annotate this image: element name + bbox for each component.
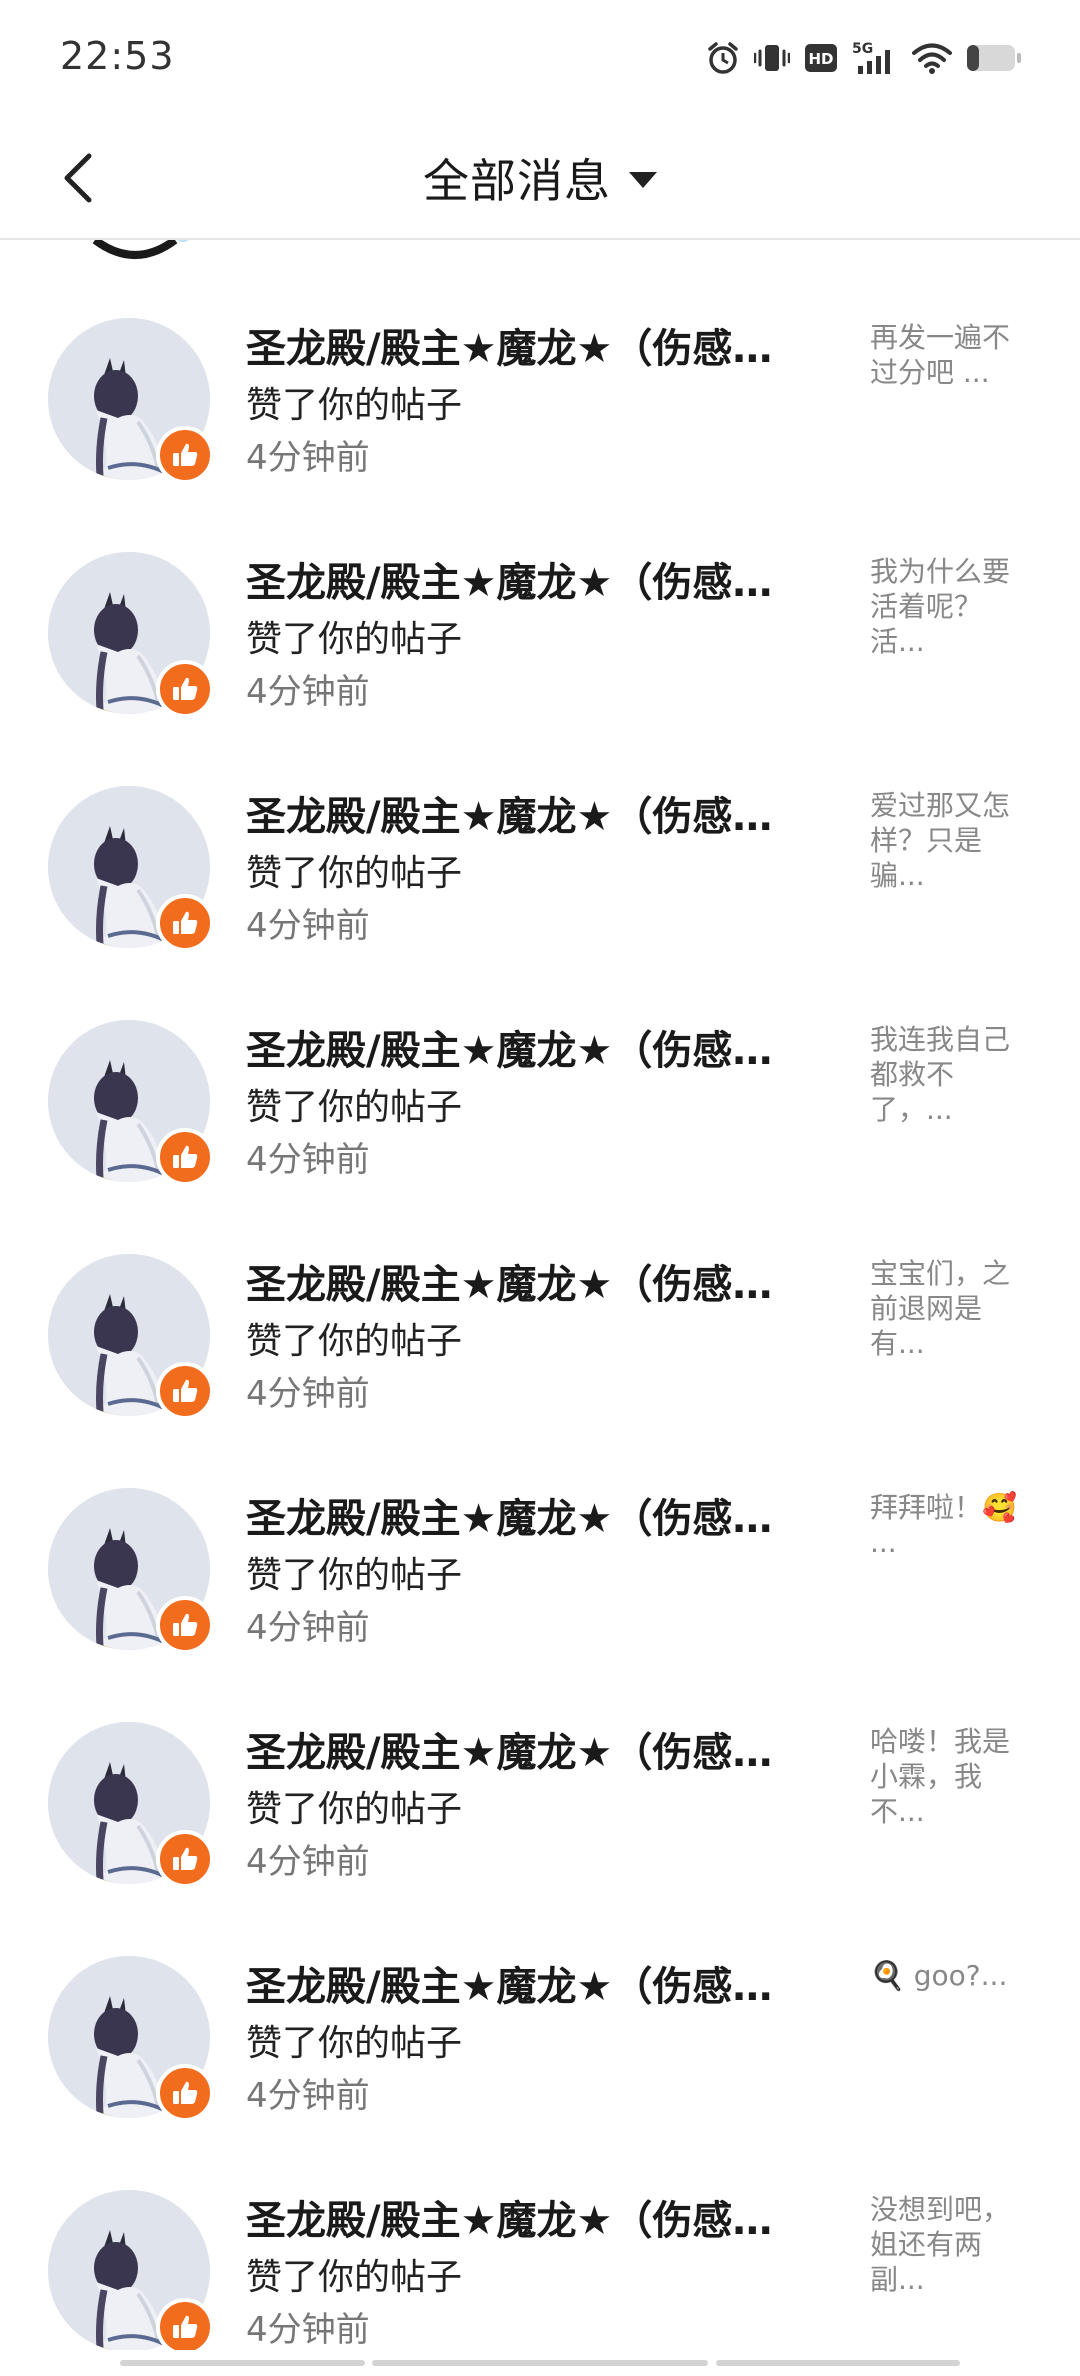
post-preview[interactable]: 再发一遍不过分吧 ...: [870, 320, 1030, 390]
top-app-bar: 全部消息: [0, 118, 1080, 240]
notification-item[interactable]: 圣龙殿/殿主★魔龙★（伤感… 赞了你的帖子 4分钟前 🍳 goo?...: [0, 1878, 1080, 2122]
notification-item[interactable]: 圣龙殿/殿主★魔龙★（伤感… 赞了你的帖子 4分钟前 我为什么要活着呢？活...: [0, 474, 1080, 718]
thumbs-up-icon: [173, 677, 198, 700]
signal-5g-icon: 5G: [852, 40, 898, 76]
post-preview[interactable]: 🍳 goo?...: [870, 1958, 1030, 1993]
avatar-container[interactable]: [48, 1488, 214, 1654]
sender-name[interactable]: 圣龙殿/殿主★魔龙★（伤感…: [246, 1954, 816, 2012]
notification-item[interactable]: 圣龙殿/殿主★魔龙★（伤感… 赞了你的帖子 4分钟前 拜拜啦！🥰 ...: [0, 1410, 1080, 1654]
avatar-container[interactable]: [48, 1722, 214, 1888]
page-title: 全部消息: [423, 154, 611, 208]
wifi-icon: [912, 42, 952, 74]
notification-action: 赞了你的帖子: [246, 1087, 463, 1128]
thumbs-up-icon: [173, 1847, 198, 1870]
caret-down-icon: [629, 172, 657, 188]
hd-icon: HD: [804, 43, 838, 73]
thumbs-up-icon: [173, 911, 198, 934]
thumbs-up-icon: [173, 2081, 198, 2104]
status-bar: 22:53 HD 5G: [0, 0, 1080, 118]
post-preview[interactable]: 爱过那又怎样？只是骗...: [870, 788, 1030, 893]
avatar-container[interactable]: [48, 1956, 214, 2122]
thumbs-up-icon: [173, 1613, 198, 1636]
sender-name[interactable]: 圣龙殿/殿主★魔龙★（伤感…: [246, 316, 816, 374]
avatar-container[interactable]: [48, 318, 214, 484]
notification-time: 4分钟前: [246, 672, 370, 712]
sender-name[interactable]: 圣龙殿/殿主★魔龙★（伤感…: [246, 550, 816, 608]
scroll-indicator-segment: [372, 2360, 708, 2366]
status-time: 22:53: [60, 34, 175, 78]
post-preview[interactable]: 我为什么要活着呢？活...: [870, 554, 1030, 659]
alarm-icon: [706, 41, 740, 75]
notification-item[interactable]: 圣龙殿/殿主★魔龙★（伤感… 赞了你的帖子 4分钟前 我连我自己都救不了，...: [0, 942, 1080, 1186]
notification-time: 4分钟前: [246, 1842, 370, 1882]
notification-time: 4分钟前: [246, 438, 370, 478]
notification-time: 4分钟前: [246, 906, 370, 946]
hd-label: HD: [808, 50, 833, 68]
notification-time: 4分钟前: [246, 2310, 370, 2350]
notification-action: 赞了你的帖子: [246, 2023, 463, 2064]
notification-action: 赞了你的帖子: [246, 853, 463, 894]
notification-item[interactable]: 圣龙殿/殿主★魔龙★（伤感… 赞了你的帖子 4分钟前 哈喽！我是小霖，我不...: [0, 1644, 1080, 1888]
sender-name[interactable]: 圣龙殿/殿主★魔龙★（伤感…: [246, 784, 816, 842]
thumbs-up-icon: [173, 443, 198, 466]
avatar-container[interactable]: [48, 786, 214, 952]
avatar-container[interactable]: [48, 2190, 214, 2350]
notification-action: 赞了你的帖子: [246, 2257, 463, 2298]
status-icons: HD 5G: [706, 36, 1022, 80]
notification-item[interactable]: 圣龙殿/殿主★魔龙★（伤感… 赞了你的帖子 4分钟前 宝宝们，之前退网是有...: [0, 1176, 1080, 1420]
bottom-scroll-indicator: [0, 2350, 1080, 2376]
notification-action: 赞了你的帖子: [246, 385, 463, 426]
post-preview[interactable]: 拜拜啦！🥰 ...: [870, 1490, 1030, 1560]
thumbs-up-icon: [173, 1379, 198, 1402]
notification-time: 4分钟前: [246, 1140, 370, 1180]
notification-action: 赞了你的帖子: [246, 619, 463, 660]
post-preview[interactable]: 宝宝们，之前退网是有...: [870, 1256, 1030, 1361]
notification-action: 赞了你的帖子: [246, 1789, 463, 1830]
avatar-container[interactable]: [48, 1254, 214, 1420]
notification-item[interactable]: 圣龙殿/殿主★魔龙★（伤感… 赞了你的帖子 4分钟前 没想到吧，姐还有两副...: [0, 2112, 1080, 2350]
notification-time: 4分钟前: [246, 2076, 370, 2116]
avatar-container[interactable]: [48, 552, 214, 718]
notification-list[interactable]: 圣龙殿/殿主★魔龙★（伤感… 赞了你的帖子 4分钟前 再发一遍不过分吧 ...: [0, 240, 1080, 2350]
sender-name[interactable]: 圣龙殿/殿主★魔龙★（伤感…: [246, 1720, 816, 1778]
sender-name[interactable]: 圣龙殿/殿主★魔龙★（伤感…: [246, 1018, 816, 1076]
battery-icon: [966, 43, 1022, 73]
notification-item[interactable]: 圣龙殿/殿主★魔龙★（伤感… 赞了你的帖子 4分钟前 再发一遍不过分吧 ...: [0, 240, 1080, 484]
post-preview[interactable]: 我连我自己都救不了，...: [870, 1022, 1030, 1127]
like-badge: [156, 2298, 214, 2350]
thumbs-up-icon: [173, 2315, 198, 2338]
sender-name[interactable]: 圣龙殿/殿主★魔龙★（伤感…: [246, 2188, 816, 2246]
notification-time: 4分钟前: [246, 1608, 370, 1648]
notification-item[interactable]: 圣龙殿/殿主★魔龙★（伤感… 赞了你的帖子 4分钟前 爱过那又怎样？只是骗...: [0, 708, 1080, 952]
post-preview[interactable]: 哈喽！我是小霖，我不...: [870, 1724, 1030, 1829]
thumbs-up-icon: [173, 1145, 198, 1168]
sender-name[interactable]: 圣龙殿/殿主★魔龙★（伤感…: [246, 1252, 816, 1310]
scroll-indicator-segment: [716, 2360, 960, 2366]
notification-time: 4分钟前: [246, 1374, 370, 1414]
sender-name[interactable]: 圣龙殿/殿主★魔龙★（伤感…: [246, 1486, 816, 1544]
message-filter-dropdown[interactable]: 全部消息: [0, 118, 1080, 238]
network-label: 5G: [852, 41, 873, 57]
vibrate-icon: [754, 41, 790, 75]
avatar-container[interactable]: [48, 1020, 214, 1186]
notification-action: 赞了你的帖子: [246, 1555, 463, 1596]
scroll-indicator-segment: [120, 2360, 365, 2366]
notification-action: 赞了你的帖子: [246, 1321, 463, 1362]
post-preview[interactable]: 没想到吧，姐还有两副...: [870, 2192, 1030, 2297]
